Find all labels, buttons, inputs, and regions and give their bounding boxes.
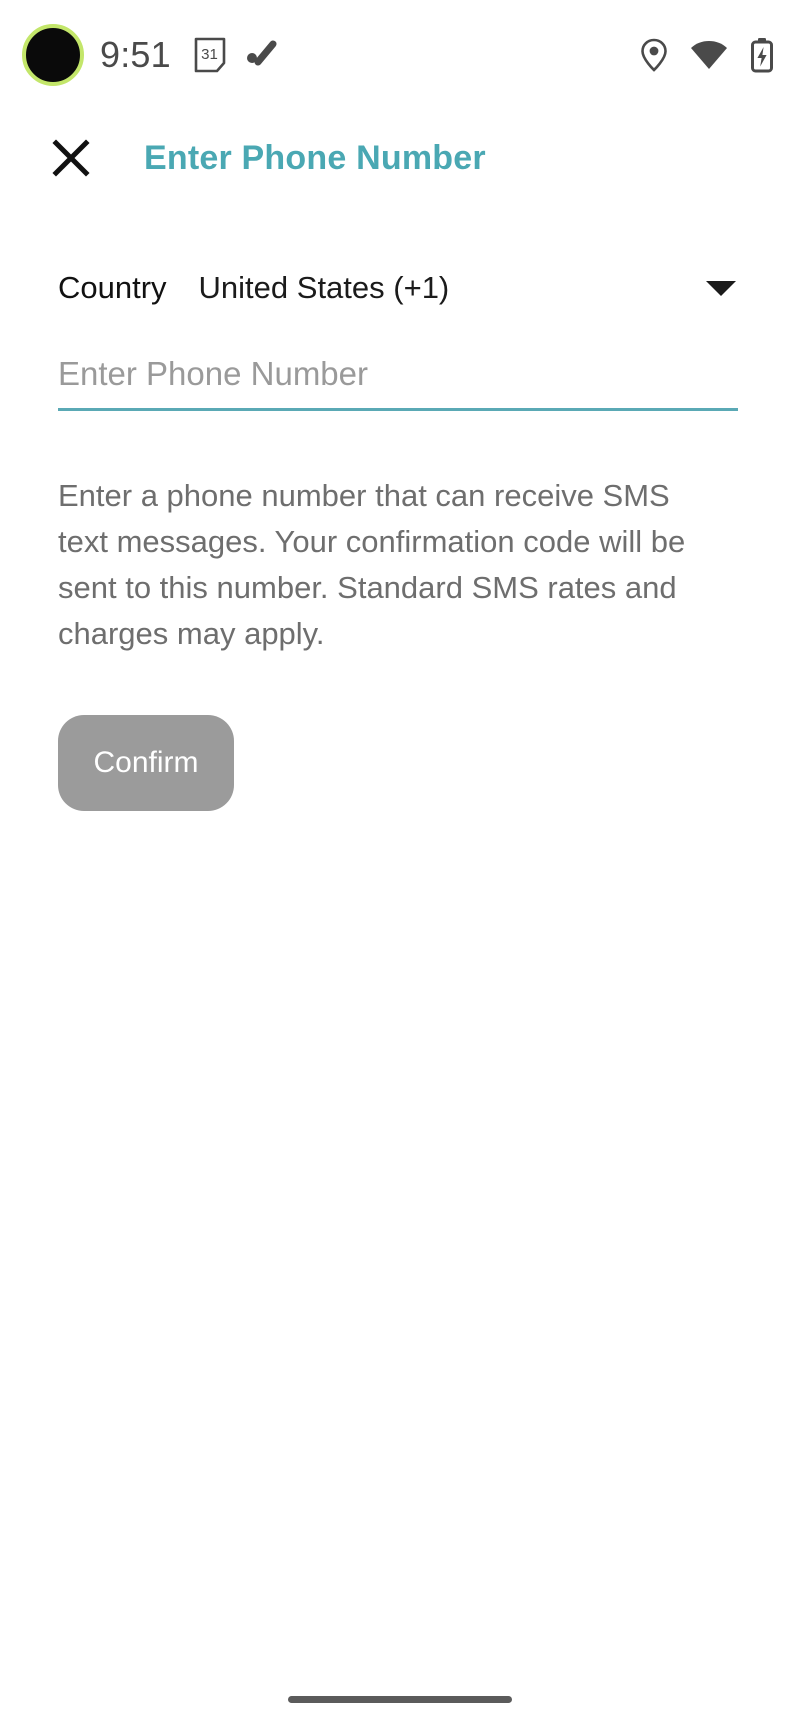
edit-pen-icon <box>245 38 279 72</box>
help-text: Enter a phone number that can receive SM… <box>58 478 686 651</box>
battery-charging-icon <box>750 37 774 73</box>
gesture-nav-pill[interactable] <box>288 1695 512 1703</box>
svg-text:31: 31 <box>201 46 218 63</box>
camera-punch-hole-icon <box>22 24 84 86</box>
status-bar-right <box>640 37 774 73</box>
phone-number-field[interactable] <box>58 350 738 411</box>
status-bar: 9:51 31 <box>0 0 800 110</box>
phone-number-input[interactable] <box>58 350 738 398</box>
chevron-down-icon[interactable] <box>706 280 736 296</box>
wifi-icon <box>690 40 728 70</box>
country-selector[interactable]: Country United States (+1) <box>58 260 738 316</box>
app-bar: Enter Phone Number <box>0 110 800 206</box>
location-pin-icon <box>640 38 668 72</box>
country-value: United States (+1) <box>198 270 450 305</box>
phone-number-screen: 9:51 31 Enter Phone Number Country Unite… <box>0 0 800 1734</box>
status-bar-left: 9:51 31 <box>22 24 279 86</box>
confirm-button[interactable]: Confirm <box>58 715 234 811</box>
country-label: Country <box>58 270 167 305</box>
calendar-icon: 31 <box>193 37 227 73</box>
status-bar-clock: 9:51 <box>100 34 171 75</box>
navigation-bar <box>0 1664 800 1734</box>
close-icon <box>52 139 90 177</box>
page-title: Enter Phone Number <box>144 138 486 177</box>
close-button[interactable] <box>44 131 98 185</box>
main-content: Country United States (+1) Enter a phone… <box>0 206 800 1664</box>
